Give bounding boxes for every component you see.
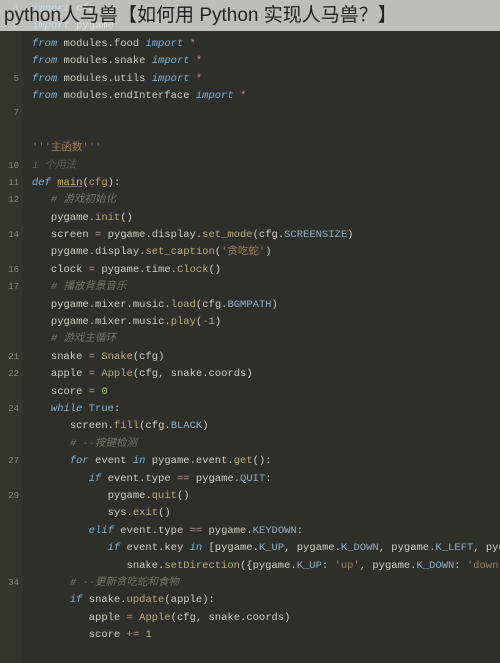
line-number (0, 88, 19, 105)
article-title-overlay: python人马兽【如何用 Python 实现人马兽？】 (0, 0, 500, 31)
line-number: 7 (0, 105, 19, 122)
line-number: 16 (0, 262, 19, 279)
code-line: score += 1 (32, 627, 500, 644)
code-line: screen = pygame.display.set_mode(cfg.SCR… (32, 227, 500, 244)
line-number (0, 140, 19, 157)
code-line: 1 个用法 (32, 158, 500, 175)
line-number: 5 (0, 71, 19, 88)
line-number: 22 (0, 366, 19, 383)
code-line: from modules.endInterface import * (32, 88, 500, 105)
code-line: sys.exit() (32, 505, 500, 522)
line-number (0, 627, 19, 644)
code-line: for event in pygame.event.get(): (32, 453, 500, 470)
line-number: 12 (0, 192, 19, 209)
code-line: pygame.quit() (32, 488, 500, 505)
code-line: apple = Apple(cfg, snake.coords) (32, 610, 500, 627)
line-number (0, 53, 19, 70)
code-line: from modules.snake import * (32, 53, 500, 70)
code-line: from modules.food import * (32, 36, 500, 53)
line-number (0, 210, 19, 227)
line-number (0, 558, 19, 575)
code-line: clock = pygame.time.Clock() (32, 262, 500, 279)
code-line (32, 123, 500, 140)
line-number-gutter: 1257101112141617212224272934 (0, 0, 23, 663)
line-number: 17 (0, 279, 19, 296)
line-number: 21 (0, 349, 19, 366)
code-line: '''主函数''' (32, 140, 500, 157)
code-line: # --更新贪吃蛇和食物 (32, 575, 500, 592)
code-line: # 播放背景音乐 (32, 279, 500, 296)
line-number (0, 314, 19, 331)
line-number (0, 244, 19, 261)
line-number (0, 123, 19, 140)
code-line: if snake.update(apple): (32, 592, 500, 609)
code-line (32, 105, 500, 122)
code-line: if event.type == pygame.QUIT: (32, 471, 500, 488)
code-line: pygame.mixer.music.load(cfg.BGMPATH) (32, 297, 500, 314)
line-number (0, 523, 19, 540)
code-line: screen.fill(cfg.BLACK) (32, 418, 500, 435)
line-number (0, 384, 19, 401)
code-area: import cfgimport pygamefrom modules.food… (23, 0, 500, 644)
line-number: 29 (0, 488, 19, 505)
code-line: # 游戏主循环 (32, 331, 500, 348)
article-title: python人马兽【如何用 Python 实现人马兽？】 (4, 5, 397, 26)
code-line: pygame.display.set_caption('贪吃蛇') (32, 244, 500, 261)
code-line: apple = Apple(cfg, snake.coords) (32, 366, 500, 383)
code-line: from modules.utils import * (32, 71, 500, 88)
code-line: score = 0 (32, 384, 500, 401)
code-editor: 1257101112141617212224272934 import cfgi… (0, 0, 500, 663)
line-number (0, 418, 19, 435)
code-line: # 游戏初始化 (32, 192, 500, 209)
code-line: elif event.type == pygame.KEYDOWN: (32, 523, 500, 540)
line-number: 24 (0, 401, 19, 418)
code-line: pygame.init() (32, 210, 500, 227)
code-line: def main(cfg): (32, 175, 500, 192)
code-line: # --按键检测 (32, 436, 500, 453)
line-number: 10 (0, 158, 19, 175)
line-number (0, 331, 19, 348)
line-number (0, 436, 19, 453)
line-number: 11 (0, 175, 19, 192)
code-line: snake = Snake(cfg) (32, 349, 500, 366)
line-number (0, 471, 19, 488)
code-line: snake.setDirection({pygame.K_UP: 'up', p… (32, 558, 500, 575)
line-number (0, 592, 19, 609)
line-number (0, 297, 19, 314)
line-number (0, 36, 19, 53)
code-line: while True: (32, 401, 500, 418)
line-number (0, 540, 19, 557)
code-line: if event.key in [pygame.K_UP, pygame.K_D… (32, 540, 500, 557)
line-number: 27 (0, 453, 19, 470)
line-number: 34 (0, 575, 19, 592)
line-number (0, 610, 19, 627)
line-number (0, 505, 19, 522)
line-number: 14 (0, 227, 19, 244)
code-line: pygame.mixer.music.play(-1) (32, 314, 500, 331)
